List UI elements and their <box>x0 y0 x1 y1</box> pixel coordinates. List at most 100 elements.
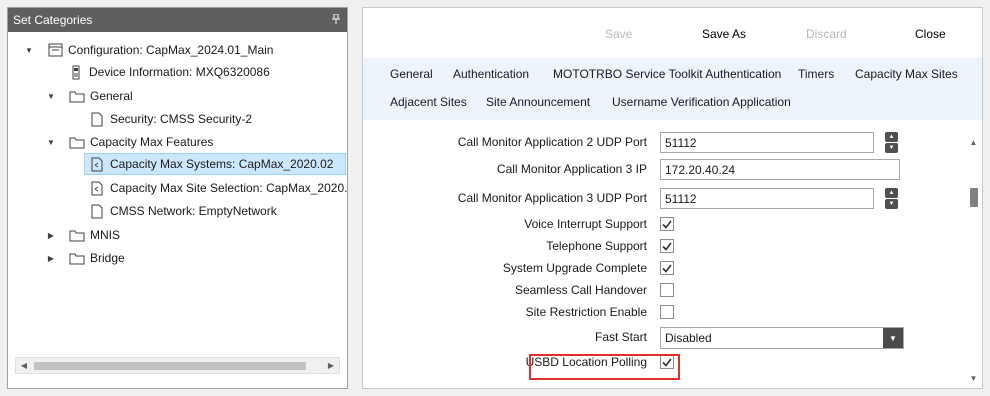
tree-item-device-information[interactable]: Device Information: MXQ6320086 <box>68 61 270 83</box>
tree-horizontal-scrollbar[interactable]: ◀ ▶ <box>15 357 340 374</box>
tree-item-configuration[interactable]: ▼ Configuration: CapMax_2024.01_Main <box>24 39 273 61</box>
scrollbar-thumb[interactable] <box>34 362 306 370</box>
folder-icon <box>69 227 85 243</box>
category-tree: ▼ Configuration: CapMax_2024.01_Main Dev… <box>8 32 347 360</box>
folder-icon <box>69 88 85 104</box>
save-button[interactable]: Save <box>605 27 632 41</box>
site-restriction-checkbox[interactable] <box>660 305 674 319</box>
stepper-down-icon[interactable]: ▼ <box>885 199 898 209</box>
expand-arrow-icon[interactable]: ▶ <box>46 253 56 263</box>
row-cma3-ip: Call Monitor Application 3 IP 172.20.40.… <box>363 159 963 181</box>
telephone-support-checkbox[interactable] <box>660 239 674 253</box>
usbd-location-polling-highlight <box>529 354 680 380</box>
cma3-ip-field[interactable]: 172.20.40.24 <box>660 159 900 180</box>
tree-item-bridge[interactable]: ▶ Bridge <box>46 247 125 269</box>
tree-item-capacity-max-features[interactable]: ▼ Capacity Max Features <box>46 131 213 153</box>
checkmark-icon <box>662 242 672 251</box>
close-button[interactable]: Close <box>915 27 946 41</box>
tab-username-verification-application[interactable]: Username Verification Application <box>612 95 791 109</box>
scroll-left-icon[interactable]: ◀ <box>16 358 32 373</box>
tree-item-cmss-network[interactable]: CMSS Network: EmptyNetwork <box>89 200 277 222</box>
row-cma3-udp-port: Call Monitor Application 3 UDP Port 5111… <box>363 188 963 210</box>
set-categories-header: Set Categories <box>8 8 347 32</box>
tab-general[interactable]: General <box>390 67 433 81</box>
seamless-call-handover-checkbox[interactable] <box>660 283 674 297</box>
document-icon <box>89 111 105 127</box>
stepper-down-icon[interactable]: ▼ <box>885 143 898 153</box>
set-categories-panel: Set Categories ▼ Configuration: CapMax_2… <box>7 7 348 389</box>
tree-item-label: Security: CMSS Security-2 <box>110 112 253 126</box>
fast-start-label: Fast Start <box>594 330 647 344</box>
tab-mototrbo-service-toolkit-authentication[interactable]: MOTOTRBO Service Toolkit Authentication <box>553 67 781 81</box>
pin-icon[interactable] <box>332 13 340 27</box>
stepper-up-icon[interactable]: ▲ <box>885 188 898 198</box>
tab-site-announcement[interactable]: Site Announcement <box>486 95 590 109</box>
voice-interrupt-label: Voice Interrupt Support <box>524 217 647 231</box>
collapse-arrow-icon[interactable]: ▼ <box>24 45 34 55</box>
scroll-right-icon[interactable]: ▶ <box>323 358 339 373</box>
scrollbar-track[interactable] <box>32 358 323 373</box>
tree-item-label: General <box>90 89 133 103</box>
discard-button[interactable]: Discard <box>806 27 847 41</box>
checkmark-icon <box>662 220 672 229</box>
voice-interrupt-checkbox[interactable] <box>660 217 674 231</box>
dropdown-arrow-icon[interactable]: ▼ <box>883 328 903 348</box>
tree-item-capacity-max-systems[interactable]: Capacity Max Systems: CapMax_2020.02 <box>84 153 346 175</box>
fast-start-value: Disabled <box>665 331 712 345</box>
cma2-udp-port-label: Call Monitor Application 2 UDP Port <box>457 135 647 149</box>
tree-item-mnis[interactable]: ▶ MNIS <box>46 224 120 246</box>
tree-item-capacity-max-site-selection[interactable]: Capacity Max Site Selection: CapMax_2020… <box>89 177 347 199</box>
cma3-udp-port-field[interactable]: 51112 <box>660 188 874 209</box>
scrollbar-thumb[interactable] <box>970 188 978 207</box>
tab-bar: General Authentication MOTOTRBO Service … <box>363 58 982 120</box>
device-icon <box>68 64 84 80</box>
stepper-up-icon[interactable]: ▲ <box>885 132 898 142</box>
row-fast-start: Fast Start Disabled ▼ <box>363 327 963 349</box>
collapse-arrow-icon[interactable]: ▼ <box>46 91 56 101</box>
tree-item-label: Capacity Max Features <box>90 135 214 149</box>
row-site-restriction: Site Restriction Enable <box>363 302 963 324</box>
row-cma2-udp-port: Call Monitor Application 2 UDP Port 5111… <box>363 132 963 154</box>
document-icon <box>89 203 105 219</box>
cma3-ip-label: Call Monitor Application 3 IP <box>496 162 647 176</box>
settings-panel: Save Save As Discard Close General Authe… <box>362 7 983 389</box>
tab-capacity-max-sites[interactable]: Capacity Max Sites <box>855 67 958 81</box>
cma2-udp-port-field[interactable]: 51112 <box>660 132 874 153</box>
cma3-udp-port-label: Call Monitor Application 3 UDP Port <box>457 191 647 205</box>
row-system-upgrade: System Upgrade Complete <box>363 258 963 280</box>
scroll-up-icon[interactable]: ▲ <box>965 134 982 150</box>
row-seamless-call-handover: Seamless Call Handover <box>363 280 963 302</box>
tab-timers[interactable]: Timers <box>798 67 834 81</box>
tree-item-general[interactable]: ▼ General <box>46 85 133 107</box>
collapse-arrow-icon[interactable]: ▼ <box>46 137 56 147</box>
tree-item-label: Capacity Max Site Selection: CapMax_2020… <box>110 181 347 195</box>
system-upgrade-label: System Upgrade Complete <box>502 261 647 275</box>
seamless-call-handover-label: Seamless Call Handover <box>514 283 647 297</box>
link-document-icon <box>89 180 105 196</box>
fast-start-select[interactable]: Disabled ▼ <box>660 327 904 349</box>
tab-adjacent-sites[interactable]: Adjacent Sites <box>390 95 467 109</box>
folder-icon <box>69 250 85 266</box>
tree-item-label: CMSS Network: EmptyNetwork <box>110 204 277 218</box>
tree-item-label: MNIS <box>90 228 120 242</box>
settings-form: Call Monitor Application 2 UDP Port 5111… <box>363 120 982 388</box>
tree-item-security[interactable]: Security: CMSS Security-2 <box>89 108 252 130</box>
tree-item-label: Configuration: CapMax_2024.01_Main <box>68 43 274 57</box>
row-voice-interrupt: Voice Interrupt Support <box>363 214 963 236</box>
expand-arrow-icon[interactable]: ▶ <box>46 230 56 240</box>
telephone-support-label: Telephone Support <box>546 239 647 253</box>
folder-icon <box>69 134 85 150</box>
form-vertical-scrollbar[interactable]: ▲ ▼ <box>965 120 982 388</box>
row-telephone-support: Telephone Support <box>363 236 963 258</box>
config-icon <box>47 42 63 58</box>
link-document-icon <box>89 156 105 172</box>
set-categories-title: Set Categories <box>13 13 93 27</box>
cma2-udp-port-stepper[interactable]: ▲ ▼ <box>885 132 898 153</box>
system-upgrade-checkbox[interactable] <box>660 261 674 275</box>
scroll-down-icon[interactable]: ▼ <box>965 370 982 386</box>
tree-item-label: Capacity Max Systems: CapMax_2020.02 <box>110 157 334 171</box>
tab-authentication[interactable]: Authentication <box>453 67 529 81</box>
checkmark-icon <box>662 264 672 273</box>
save-as-button[interactable]: Save As <box>702 27 746 41</box>
cma3-udp-port-stepper[interactable]: ▲ ▼ <box>885 188 898 209</box>
